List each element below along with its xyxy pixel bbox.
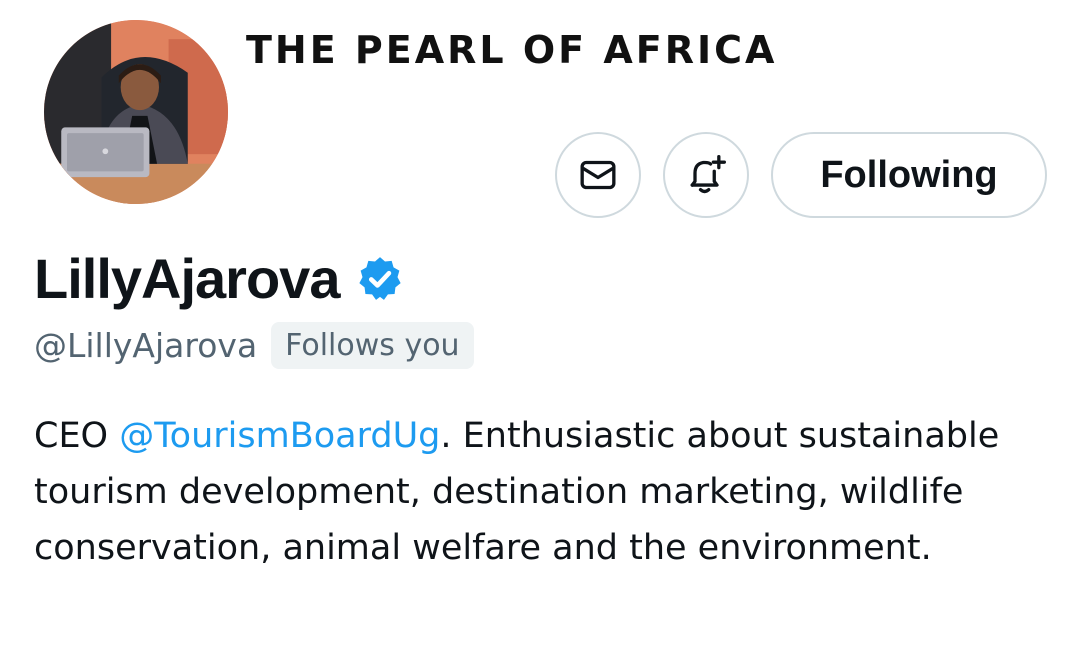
notifications-button[interactable] [663, 132, 749, 218]
follows-you-badge: Follows you [271, 322, 474, 369]
avatar-photo [44, 20, 228, 204]
handle-row: @LillyAjarova Follows you [34, 322, 474, 369]
bio-prefix: CEO [34, 416, 120, 456]
user-handle: @LillyAjarova [34, 326, 258, 365]
bell-plus-icon [690, 155, 726, 194]
message-button[interactable] [555, 132, 641, 218]
profile-header: THE PEARL OF AFRICA Following LillyAjaro… [0, 0, 1079, 656]
bio-mention-link[interactable]: @TourismBoardUg [119, 416, 440, 456]
banner-tagline: THE PEARL OF AFRICA [246, 28, 778, 72]
following-button[interactable]: Following [771, 132, 1047, 218]
avatar[interactable] [40, 16, 232, 208]
verified-badge-icon[interactable] [355, 254, 405, 304]
name-row: LillyAjarova [34, 246, 405, 311]
profile-bio: CEO @TourismBoardUg. Enthusiastic about … [34, 408, 1054, 576]
envelope-icon [580, 160, 616, 190]
display-name: LillyAjarova [34, 247, 340, 310]
